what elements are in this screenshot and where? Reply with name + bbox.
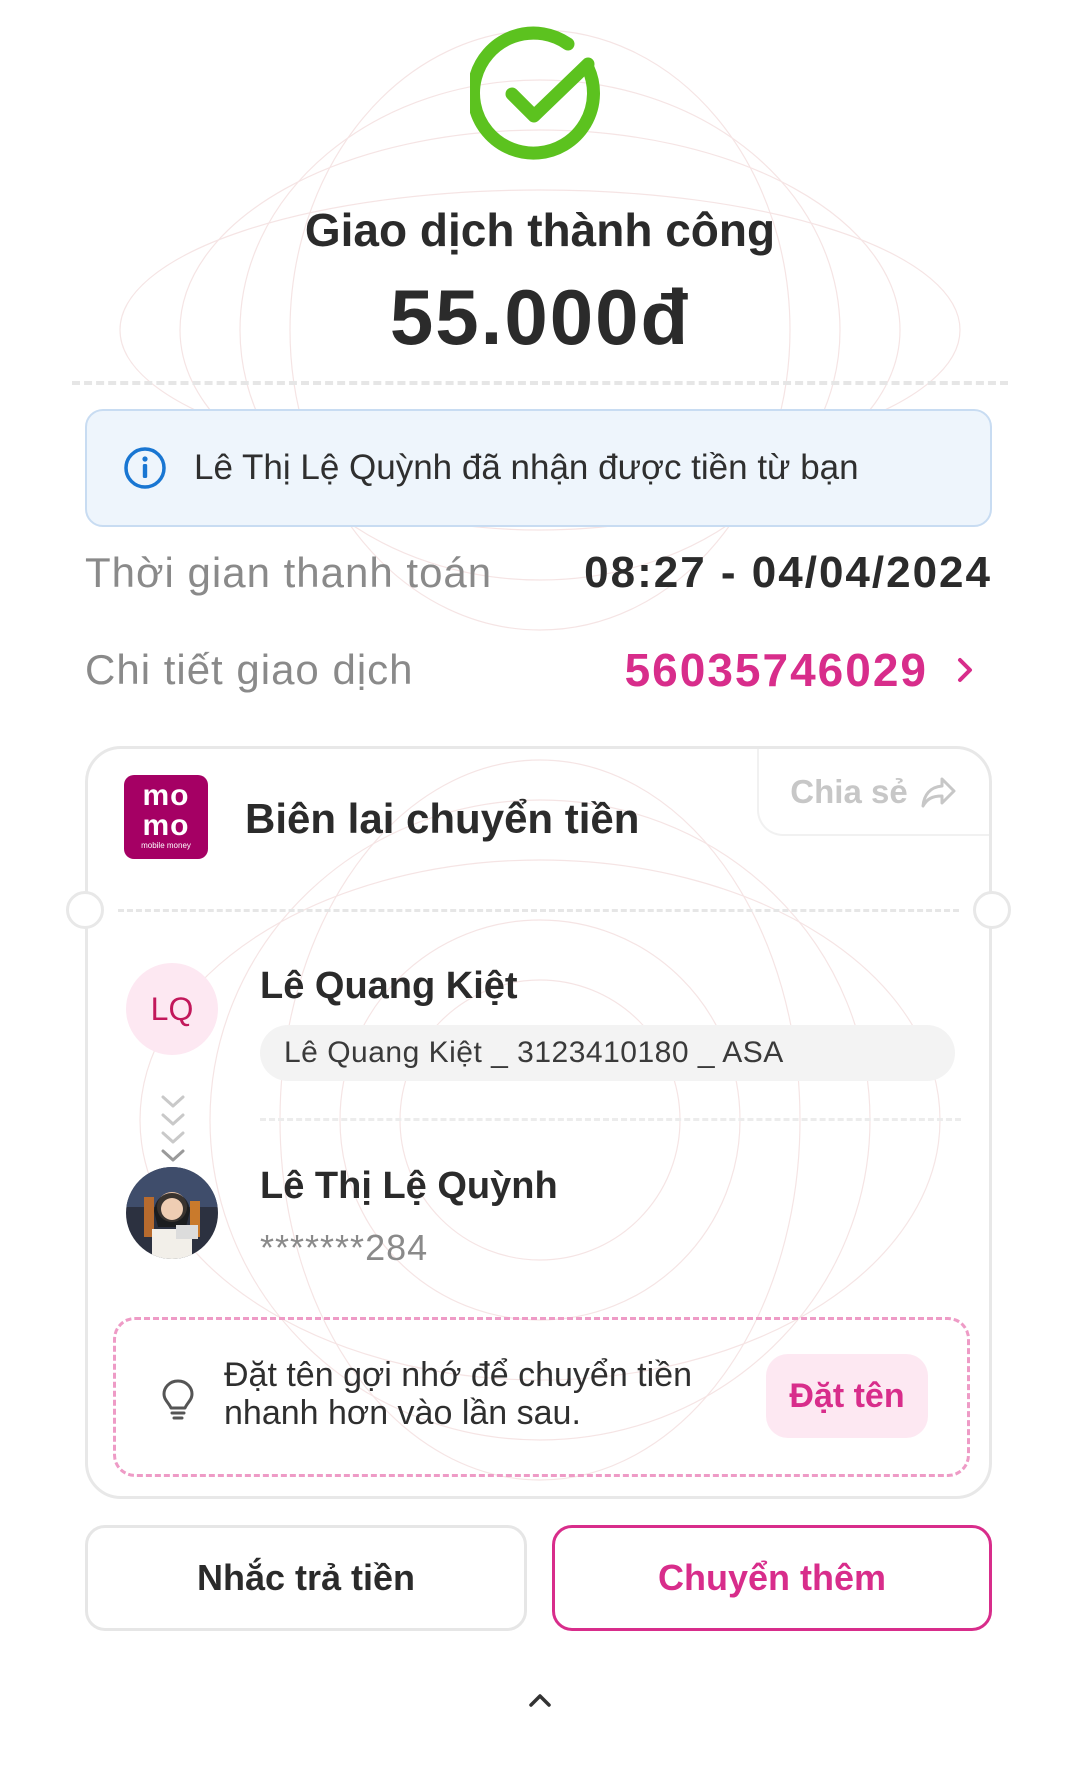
momo-logo: mo mo mobile money <box>124 775 208 859</box>
payment-reminder-button[interactable]: Nhắc trả tiền <box>85 1525 527 1631</box>
payment-time-value: 08:27 - 04/04/2024 <box>584 548 992 597</box>
transaction-amount: 55.000đ <box>389 273 691 361</box>
receipt-notch <box>973 891 1011 929</box>
sender-avatar: LQ <box>126 963 218 1055</box>
transaction-id-link[interactable]: 56035746029 <box>625 643 992 697</box>
info-banner-text: Lê Thị Lệ Quỳnh đã nhận được tiền từ bạn <box>194 448 859 487</box>
info-icon <box>124 447 166 489</box>
receipt-divider <box>260 1118 961 1121</box>
chevron-up-icon[interactable] <box>525 1690 555 1710</box>
transaction-detail-row[interactable]: Chi tiết giao dịch 56035746029 <box>85 643 992 697</box>
receipt-divider <box>118 909 959 912</box>
sender-name: Lê Quang Kiệt <box>260 965 518 1007</box>
receipt-notch <box>66 891 104 929</box>
nickname-tip-text: Đặt tên gợi nhớ để chuyển tiền nhanh hơn… <box>224 1356 692 1432</box>
lightbulb-icon <box>162 1379 194 1420</box>
success-check-icon <box>470 26 600 160</box>
transfer-receipt-card: mo mo mobile money Biên lai chuyển tiền … <box>66 746 1011 1499</box>
share-icon <box>921 777 956 807</box>
set-nickname-button[interactable]: Đặt tên <box>766 1354 928 1438</box>
receiver-avatar <box>126 1167 218 1259</box>
share-button[interactable]: Chia sẻ <box>757 749 989 836</box>
nickname-tip: Đặt tên gợi nhớ để chuyển tiền nhanh hơn… <box>113 1317 970 1477</box>
chevrons-down-icon <box>161 1095 185 1162</box>
transaction-id: 56035746029 <box>624 644 928 696</box>
transaction-detail-label: Chi tiết giao dịch <box>85 646 414 693</box>
transfer-note: Lê Quang Kiệt _ 3123410180 _ ASA <box>260 1025 955 1081</box>
receiver-account: *******284 <box>260 1227 429 1268</box>
payment-time-label: Thời gian thanh toán <box>85 549 493 596</box>
receipt-title: Biên lai chuyển tiền <box>245 795 640 842</box>
transfer-more-button[interactable]: Chuyển thêm <box>552 1525 992 1631</box>
payment-time-row: Thời gian thanh toán 08:27 - 04/04/2024 <box>85 548 992 598</box>
info-banner: Lê Thị Lệ Quỳnh đã nhận được tiền từ bạn <box>85 409 992 527</box>
divider <box>72 381 1008 385</box>
receiver-name: Lê Thị Lệ Quỳnh <box>260 1165 558 1207</box>
chevron-right-icon <box>958 658 972 682</box>
share-label: Chia sẻ <box>790 772 908 810</box>
status-title: Giao dịch thành công <box>304 204 776 256</box>
